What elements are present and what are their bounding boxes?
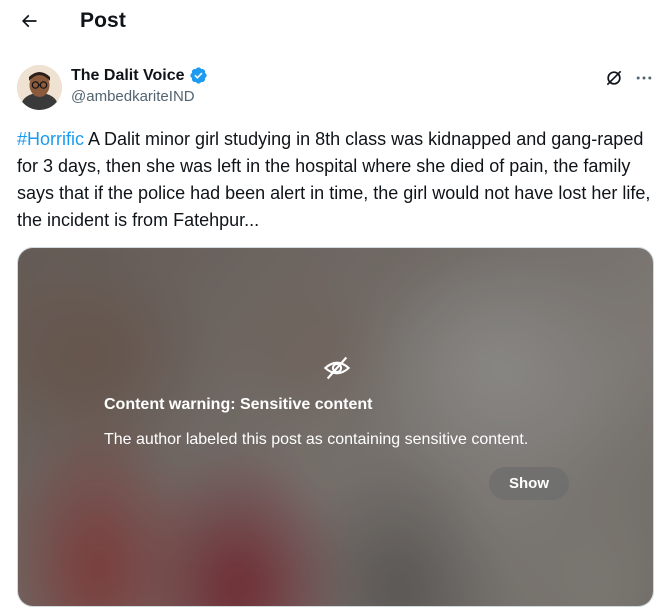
content-warning-description: The author labeled this post as containi… (104, 431, 529, 448)
author-handle[interactable]: @ambedkariteIND (71, 88, 208, 105)
hashtag-link[interactable]: #Horrific (17, 129, 84, 149)
more-options-button[interactable] (632, 66, 656, 90)
show-button[interactable]: Show (489, 467, 569, 500)
page-title: Post (80, 9, 126, 32)
back-button[interactable] (14, 6, 44, 36)
author-display-name[interactable]: The Dalit Voice (71, 67, 185, 85)
verified-badge-icon[interactable] (189, 66, 208, 85)
page-header: Post (0, 0, 669, 44)
more-options-icon (636, 76, 652, 80)
post-body: A Dalit minor girl studying in 8th class… (17, 129, 651, 230)
media-overlay (18, 248, 653, 606)
grok-button[interactable] (602, 66, 626, 90)
avatar[interactable] (17, 65, 62, 110)
author-name-row: The Dalit Voice (71, 66, 208, 85)
post-text: #Horrific A Dalit minor girl studying in… (17, 126, 657, 234)
arrow-left-icon (21, 14, 37, 28)
author-info: The Dalit Voice @ambedkariteIND (71, 66, 208, 105)
eye-slash-icon (323, 356, 351, 380)
sensitive-media[interactable]: Content warning: Sensitive content The a… (17, 247, 654, 607)
content-warning-title: Content warning: Sensitive content (104, 396, 373, 413)
grok-icon (606, 70, 622, 86)
